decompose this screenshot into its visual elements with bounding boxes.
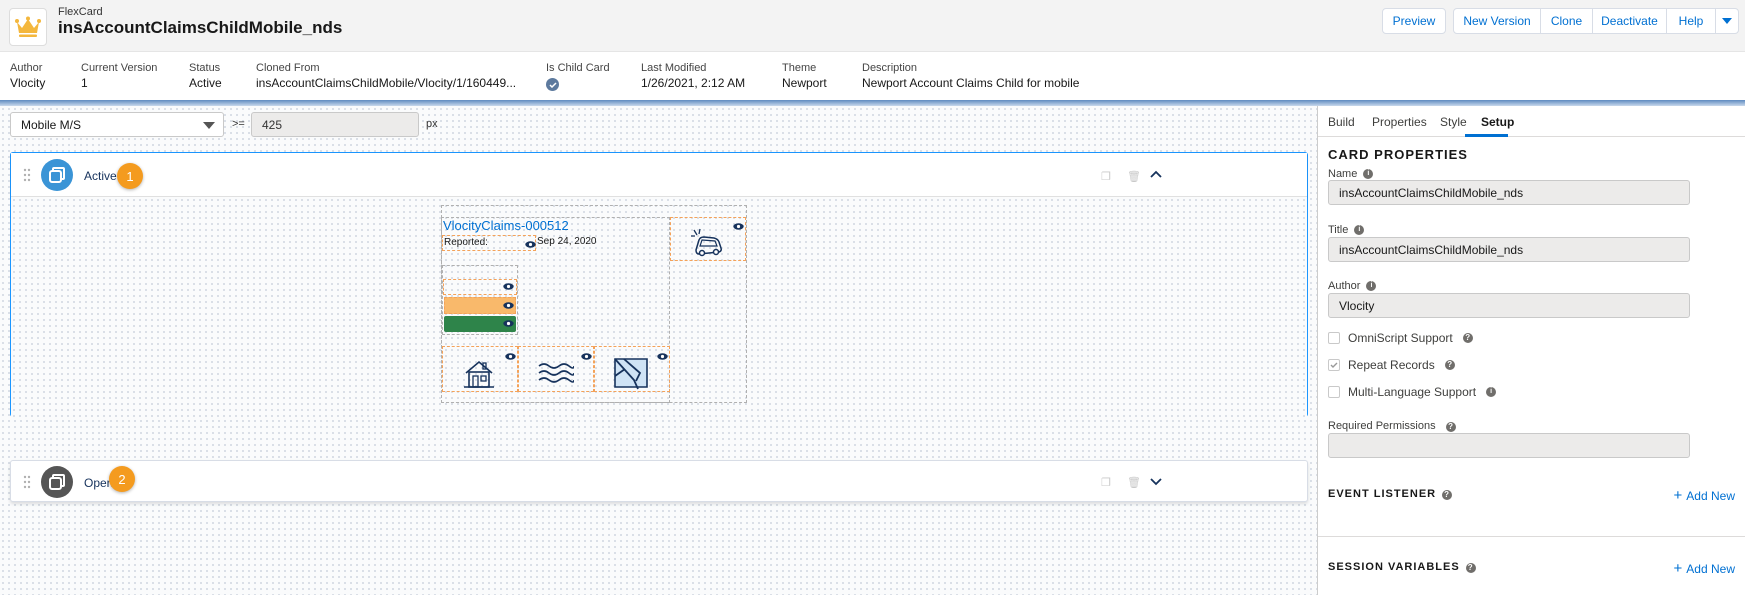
device-size-select[interactable]: Mobile M/S [10, 112, 224, 137]
multi-language-support-checkbox[interactable] [1328, 386, 1340, 398]
copy-icon[interactable]: ❐ [1101, 170, 1111, 183]
plus-icon: + [1673, 487, 1683, 504]
eye-icon[interactable] [503, 302, 514, 309]
tab-setup[interactable]: Setup [1481, 115, 1514, 129]
card-metadata: Author Vlocity Current Version 1 Status … [0, 52, 1745, 100]
author-field[interactable]: Vlocity [1328, 293, 1690, 318]
meta-is-child-card: Is Child Card [546, 62, 610, 91]
help-icon[interactable]: ? [1442, 490, 1453, 500]
meta-cloned-from: Cloned From insAccountClaimsChildMobile/… [256, 62, 517, 90]
help-icon[interactable]: ? [1444, 360, 1455, 370]
required-permissions-field[interactable] [1328, 433, 1690, 458]
title-field[interactable]: insAccountClaimsChildMobile_nds [1328, 237, 1690, 262]
help-button[interactable]: Help [1666, 8, 1716, 34]
meta-status: Status Active [189, 62, 222, 90]
meta-author: Author Vlocity [10, 62, 46, 90]
eye-icon[interactable] [503, 283, 514, 290]
info-icon[interactable]: i [1354, 225, 1365, 236]
page-header: FlexCard insAccountClaimsChildMobile_nds… [0, 0, 1745, 52]
title-label: Title i [1328, 224, 1365, 236]
properties-panel: Build Properties Style Setup CARD PROPER… [1318, 106, 1745, 595]
more-actions-button[interactable] [1715, 8, 1739, 34]
event-listener-title: EVENT LISTENER? [1328, 488, 1453, 500]
info-icon[interactable]: i [1363, 169, 1374, 180]
multi-language-support-row[interactable]: Multi-Language Support i [1328, 385, 1497, 399]
repeat-records-row[interactable]: Repeat Records ? [1328, 358, 1455, 372]
flexcard-crown-icon [9, 8, 47, 46]
card-canvas[interactable]: VlocityClaims-000512 Reported: Sep 24, 2… [11, 197, 1307, 417]
add-session-variable-button[interactable]: + Add New [1674, 560, 1735, 577]
deactivate-button[interactable]: Deactivate [1592, 8, 1667, 34]
help-icon[interactable]: ? [1445, 422, 1456, 432]
designer-canvas[interactable]: Mobile M/S >= 425 px Active 1 ❐ 🗑 Vlocit… [0, 106, 1318, 595]
eye-icon[interactable] [503, 320, 514, 327]
tab-style[interactable]: Style [1440, 115, 1467, 129]
tab-properties[interactable]: Properties [1372, 115, 1427, 129]
help-icon[interactable]: ? [1462, 333, 1473, 343]
state-card-icon [41, 159, 73, 191]
active-tab-indicator [1465, 134, 1508, 137]
state-active[interactable]: Active 1 ❐ 🗑 VlocityClaims-000512 Report… [10, 152, 1308, 417]
trash-icon[interactable]: 🗑 [1127, 476, 1141, 489]
divider [1318, 536, 1745, 537]
eye-icon[interactable] [525, 241, 536, 248]
name-field[interactable]: insAccountClaimsChildMobile_nds [1328, 180, 1690, 205]
session-variables-title: SESSION VARIABLES? [1328, 561, 1476, 573]
meta-current-version: Current Version 1 [81, 62, 158, 90]
eye-icon[interactable] [505, 353, 516, 360]
chevron-down-icon[interactable] [1150, 478, 1162, 486]
chevron-up-icon[interactable] [1150, 170, 1162, 178]
page-title: insAccountClaimsChildMobile_nds [58, 18, 343, 37]
checkmark-icon [1330, 362, 1338, 368]
state-card-icon [41, 466, 73, 498]
trash-icon[interactable]: 🗑 [1127, 170, 1141, 183]
callout-badge: 1 [117, 163, 143, 189]
card-properties-title: CARD PROPERTIES [1328, 147, 1468, 162]
clone-button[interactable]: Clone [1540, 8, 1593, 34]
name-label: Name i [1328, 168, 1374, 180]
help-icon[interactable]: ? [1465, 563, 1476, 573]
drag-handle-icon[interactable] [23, 475, 31, 489]
meta-description: Description Newport Account Claims Child… [862, 62, 1080, 90]
preview-button[interactable]: Preview [1382, 8, 1446, 34]
omniscript-support-checkbox[interactable] [1328, 332, 1340, 344]
house-icon [464, 360, 494, 388]
meta-theme: Theme Newport [782, 62, 827, 90]
reported-label: Reported: [444, 237, 488, 248]
add-event-listener-button[interactable]: + Add New [1674, 487, 1735, 504]
omniscript-support-row[interactable]: OmniScript Support ? [1328, 331, 1473, 345]
new-version-button[interactable]: New Version [1453, 8, 1541, 34]
state-header[interactable]: Active 1 ❐ 🗑 [11, 153, 1307, 197]
claim-name-link[interactable]: VlocityClaims-000512 [443, 218, 569, 233]
panel-tabs: Build Properties Style Setup [1318, 106, 1745, 137]
check-circle-icon [546, 78, 559, 91]
state-open[interactable]: Open 2 ❐ 🗑 [10, 460, 1308, 502]
author-label: Author i [1328, 280, 1377, 292]
callout-badge: 2 [109, 466, 135, 492]
eye-icon[interactable] [657, 353, 668, 360]
state-label: Active [84, 169, 117, 183]
object-type-label: FlexCard [58, 6, 103, 18]
plus-icon: + [1673, 560, 1683, 577]
tab-build[interactable]: Build [1328, 115, 1355, 129]
unit-label: px [426, 118, 438, 130]
eye-icon[interactable] [733, 223, 744, 230]
flood-icon [538, 363, 574, 383]
copy-icon[interactable]: ❐ [1101, 476, 1111, 489]
car-accident-icon [691, 228, 722, 257]
width-input[interactable]: 425 [251, 112, 419, 137]
chevron-down-icon [203, 122, 215, 129]
operator-label: >= [232, 118, 245, 130]
info-icon[interactable]: i [1366, 281, 1377, 292]
repeat-records-checkbox[interactable] [1328, 359, 1340, 371]
meta-last-modified: Last Modified 1/26/2021, 2:12 AM [641, 62, 746, 90]
required-permissions-label: Required Permissions? [1328, 420, 1456, 432]
reported-date: Sep 24, 2020 [537, 236, 597, 247]
eye-icon[interactable] [581, 353, 592, 360]
map-icon [614, 358, 648, 390]
info-icon[interactable]: i [1486, 387, 1497, 397]
chevron-down-icon [1722, 18, 1732, 24]
drag-handle-icon[interactable] [23, 168, 31, 182]
